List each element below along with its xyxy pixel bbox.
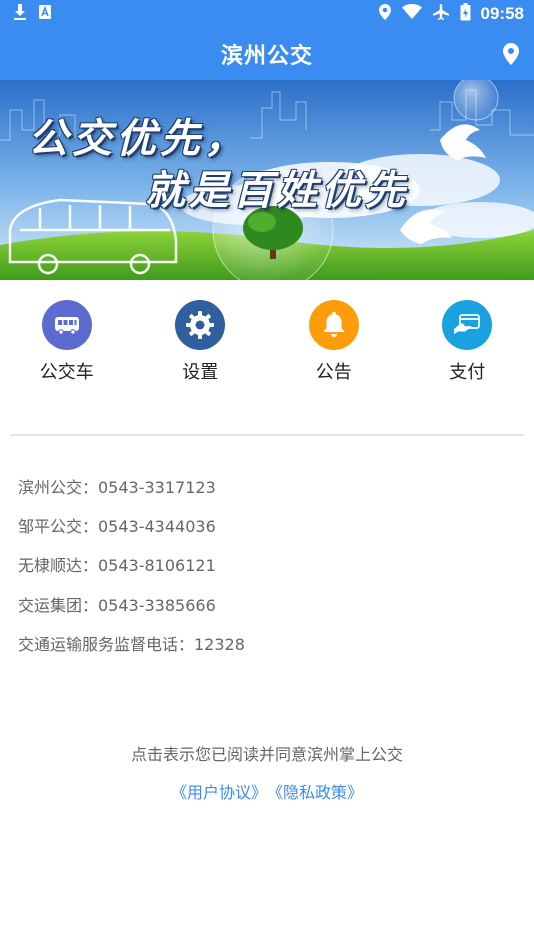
card-pay-icon bbox=[442, 300, 493, 350]
bell-icon bbox=[308, 300, 359, 350]
menu-label-announcement: 公告 bbox=[315, 362, 352, 383]
promo-banner[interactable]: 公交优先， 就是百姓优先 bbox=[0, 80, 534, 280]
menu-item-bus[interactable]: 公交车 bbox=[0, 300, 134, 390]
menu-label-bus: 公交车 bbox=[39, 362, 94, 383]
battery-icon bbox=[460, 3, 471, 25]
menu-item-payment[interactable]: 支付 bbox=[401, 300, 534, 390]
status-time: 09:58 bbox=[480, 4, 524, 23]
contact-list: 滨州公交：0543-3317123 邹平公交：0543-4344036 无棣顺达… bbox=[18, 466, 518, 663]
page-title: 滨州公交 bbox=[220, 44, 313, 69]
menu-item-settings[interactable]: 设置 bbox=[134, 300, 268, 390]
agreement-section: 点击表示您已阅读并同意滨州掌上公交 《用户协议》 《隐私政策》 bbox=[0, 741, 534, 803]
status-bar: 09:58 bbox=[0, 0, 534, 28]
user-agreement-link[interactable]: 《用户协议》 bbox=[171, 779, 267, 803]
contact-supervision-hotline[interactable]: 交通运输服务监督电话：12328 bbox=[18, 624, 518, 663]
a-letter-icon bbox=[38, 4, 52, 24]
gear-icon bbox=[175, 300, 226, 350]
contact-wudi-shunda[interactable]: 无棣顺达：0543-8106121 bbox=[18, 545, 518, 584]
menu-label-settings: 设置 bbox=[182, 362, 219, 383]
location-pin-icon bbox=[378, 3, 392, 25]
download-icon bbox=[12, 3, 28, 25]
agreement-links: 《用户协议》 《隐私政策》 bbox=[0, 779, 534, 803]
wifi-icon bbox=[401, 4, 422, 24]
banner-slogan-line1: 公交优先， bbox=[28, 115, 248, 162]
quick-menu: 公交车 设置 公告 支付 bbox=[0, 300, 534, 390]
contact-binzhou-bus[interactable]: 滨州公交：0543-3317123 bbox=[18, 466, 518, 505]
menu-label-payment: 支付 bbox=[449, 362, 486, 383]
bus-icon bbox=[41, 300, 92, 350]
contact-jiaoyun-group[interactable]: 交运集团：0543-3385666 bbox=[18, 584, 518, 623]
contact-zouping-bus[interactable]: 邹平公交：0543-4344036 bbox=[18, 505, 518, 544]
privacy-policy-link[interactable]: 《隐私政策》 bbox=[267, 779, 363, 803]
section-divider bbox=[10, 434, 524, 436]
location-pin-icon[interactable] bbox=[502, 42, 524, 66]
app-bar: 滨州公交 bbox=[0, 28, 534, 80]
banner-slogan-line2: 就是百姓优先 bbox=[145, 167, 409, 214]
airplane-icon bbox=[432, 3, 450, 25]
menu-item-announcement[interactable]: 公告 bbox=[267, 300, 401, 390]
agreement-text[interactable]: 点击表示您已阅读并同意滨州掌上公交 bbox=[0, 741, 534, 765]
